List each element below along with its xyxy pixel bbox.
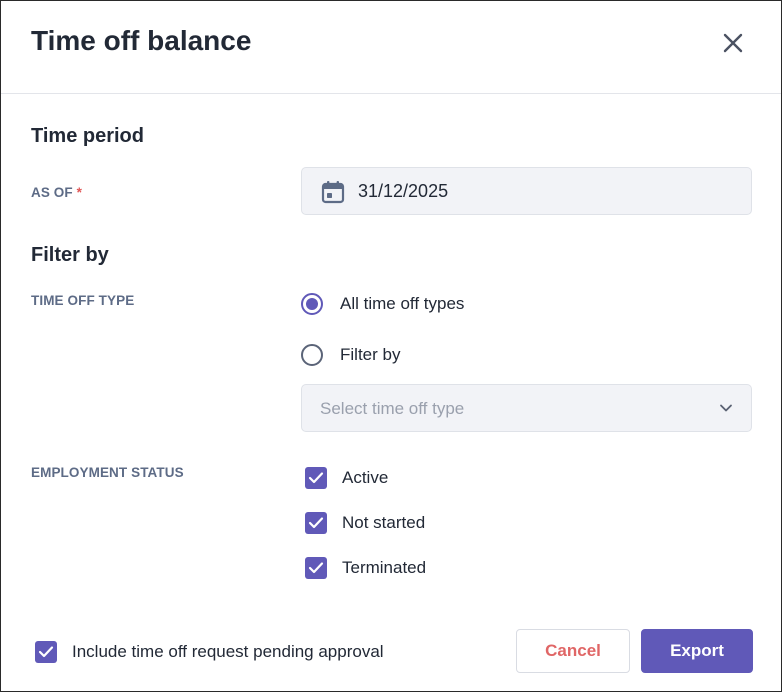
checkmark-icon xyxy=(308,517,324,529)
checkmark-icon xyxy=(308,562,324,574)
dialog-header: Time off balance xyxy=(1,1,781,94)
status-active-row[interactable]: Active xyxy=(305,467,425,495)
checkmark-icon xyxy=(38,646,54,658)
required-mark: * xyxy=(76,185,82,200)
as-of-label: AS OF * xyxy=(31,185,82,200)
cancel-button[interactable]: Cancel xyxy=(516,629,630,673)
checkbox-active[interactable] xyxy=(305,467,327,489)
status-not-started-row[interactable]: Not started xyxy=(305,512,465,540)
employment-status-label: EMPLOYMENT STATUS xyxy=(31,465,184,480)
close-icon xyxy=(723,33,743,53)
checkbox-terminated[interactable] xyxy=(305,557,327,579)
checkbox-include-pending[interactable] xyxy=(35,641,57,663)
checkbox-label: Include time off request pending approva… xyxy=(72,642,384,661)
status-terminated-row[interactable]: Terminated xyxy=(305,557,465,585)
checkbox-label: Terminated xyxy=(342,558,427,577)
filter-by-heading: Filter by xyxy=(31,244,109,266)
dialog-title: Time off balance xyxy=(31,25,252,56)
radio-filter-by[interactable]: Filter by xyxy=(301,343,441,371)
time-off-type-select[interactable]: Select time off type xyxy=(301,384,752,432)
calendar-icon xyxy=(321,181,345,204)
close-button[interactable] xyxy=(717,27,749,59)
time-off-balance-dialog: Time off balance Time period AS OF * 31/… xyxy=(0,0,782,692)
as-of-label-text: AS OF xyxy=(31,185,73,200)
time-off-type-label: TIME OFF TYPE xyxy=(31,293,135,308)
radio-label: All time off types xyxy=(340,294,465,313)
select-placeholder: Select time off type xyxy=(320,399,465,418)
checkmark-icon xyxy=(308,472,324,484)
as-of-date-value: 31/12/2025 xyxy=(358,181,449,201)
export-button[interactable]: Export xyxy=(641,629,753,673)
include-pending-row[interactable]: Include time off request pending approva… xyxy=(35,641,435,669)
time-period-heading: Time period xyxy=(31,125,144,147)
radio-all-time-off-types[interactable]: All time off types xyxy=(301,292,501,320)
radio-button-selected[interactable] xyxy=(301,293,323,315)
radio-label: Filter by xyxy=(340,345,401,364)
checkbox-label: Active xyxy=(342,468,389,487)
chevron-down-icon xyxy=(720,404,732,412)
checkbox-not-started[interactable] xyxy=(305,512,327,534)
checkbox-label: Not started xyxy=(342,513,426,532)
radio-button[interactable] xyxy=(301,344,323,366)
as-of-date-field[interactable]: 31/12/2025 xyxy=(301,167,752,215)
